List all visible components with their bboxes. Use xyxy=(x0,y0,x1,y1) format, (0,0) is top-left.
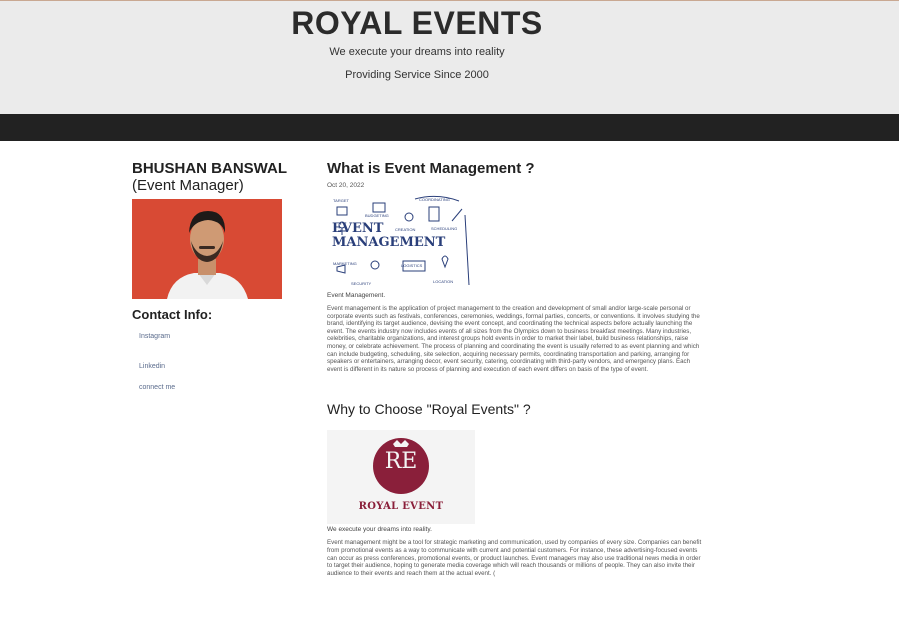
sketch-label-logistics: LOGISTICS xyxy=(401,263,423,268)
main-content: What is Event Management ? Oct 20, 2022 … xyxy=(327,160,707,577)
image-caption: Event Management. xyxy=(327,292,386,299)
why-choose-heading[interactable]: Why to Choose "Royal Events" ? xyxy=(327,401,707,418)
site-tagline: We execute your dreams into reality xyxy=(329,46,505,58)
royal-event-logo: RE ROYAL EVENT xyxy=(327,430,475,525)
author-name: BHUSHAN BANSWAL xyxy=(132,160,287,177)
profile-photo-image xyxy=(132,199,282,299)
site-header: ROYAL EVENTS We execute your dreams into… xyxy=(0,1,899,114)
sketch-label-location: LOCATION xyxy=(433,279,454,284)
site-subtagline: Providing Service Since 2000 xyxy=(345,69,489,81)
sketch-label-security: SECURITY xyxy=(351,281,372,286)
why-body: Event management might be a tool for str… xyxy=(327,539,702,577)
contact-info-heading: Contact Info: xyxy=(132,307,213,322)
profile-photo xyxy=(132,199,282,299)
post-title[interactable]: What is Event Management ? xyxy=(327,160,707,178)
sketch-label-target: TARGET xyxy=(333,198,349,203)
sketch-label-scheduling: SCHEDULING xyxy=(431,226,458,231)
logo-caption: We execute your dreams into reality. xyxy=(327,526,432,534)
connect-me-link[interactable]: connect me xyxy=(139,384,175,391)
linkedin-link[interactable]: Linkedin xyxy=(139,363,165,370)
sidebar: BHUSHAN BANSWAL (Event Manager) Contact … xyxy=(132,160,302,322)
sketch-word-management: MANAGEMENT xyxy=(332,235,446,250)
post-date: Oct 20, 2022 xyxy=(327,182,365,189)
event-management-image: EVENT MANAGEMENT TARGET BUDGETING CREATI… xyxy=(327,195,477,291)
sketch-word-event: EVENT xyxy=(332,221,384,236)
site-title[interactable]: ROYAL EVENTS xyxy=(0,5,834,42)
logo-monogram: RE xyxy=(384,449,418,475)
sketch-label-creation: CREATION xyxy=(395,227,416,232)
sketch-label-coordinating: COORDINATING xyxy=(419,197,450,202)
sketch-label-marketing: MARKETING xyxy=(333,261,357,266)
author-role: (Event Manager) xyxy=(132,177,244,194)
logo-text: ROYAL EVENT xyxy=(358,501,444,513)
instagram-link[interactable]: Instagram xyxy=(139,333,170,340)
post-body: Event management is the application of p… xyxy=(327,305,700,373)
sketch-label-budgeting: BUDGETING xyxy=(365,213,389,218)
nav-bar xyxy=(0,114,899,141)
